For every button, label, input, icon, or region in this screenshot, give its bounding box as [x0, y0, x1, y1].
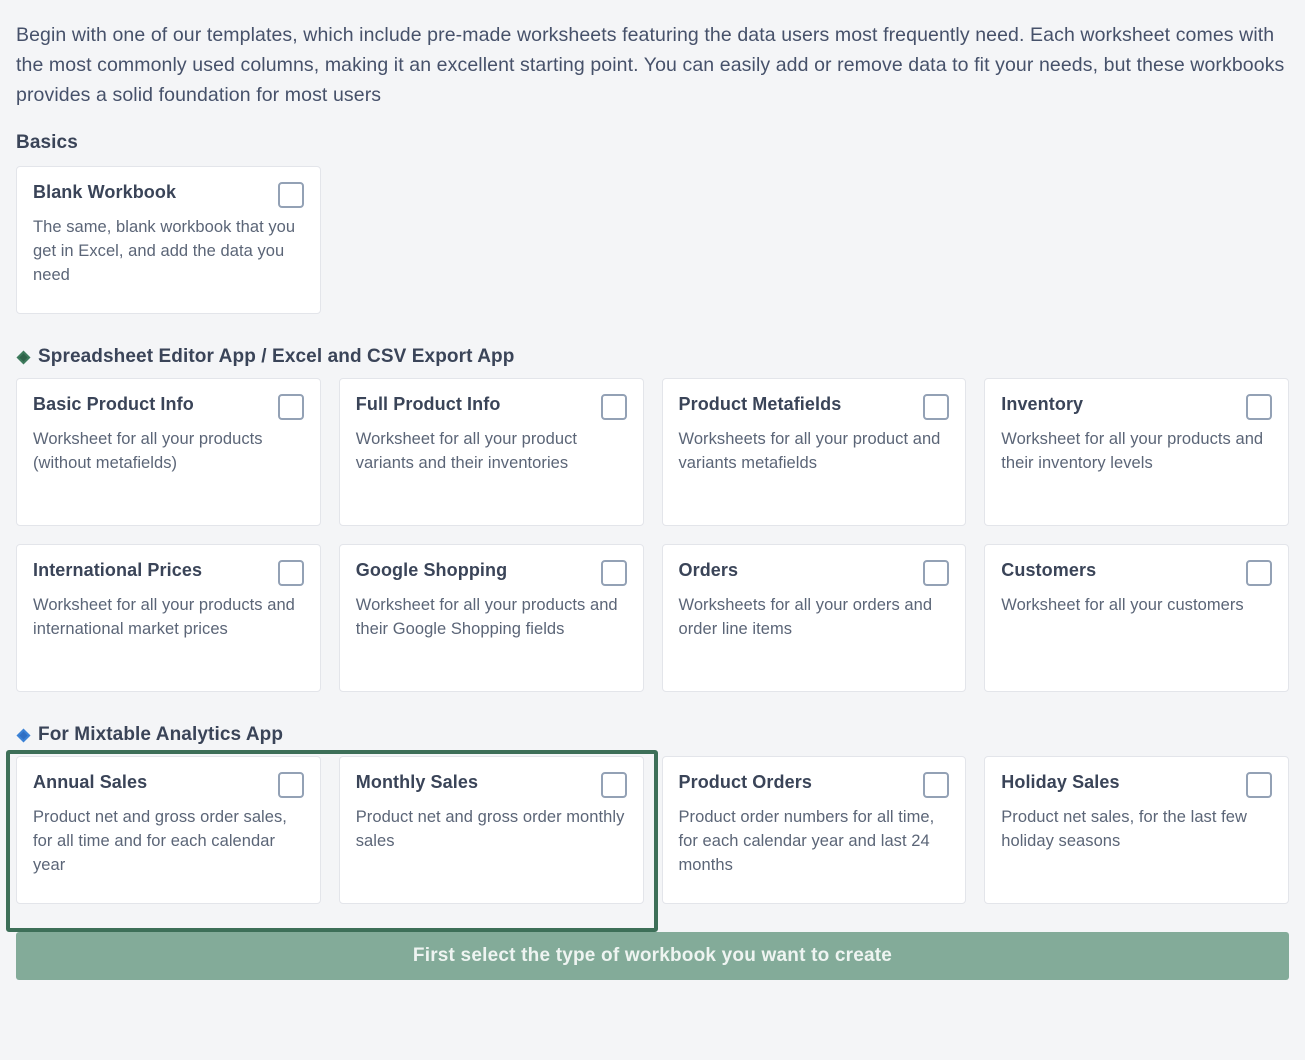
card-header: Blank Workbook [33, 181, 304, 208]
card-title: Full Product Info [355, 394, 501, 414]
card-title: Product Orders [678, 772, 812, 792]
card-title: Product Metafields [678, 394, 842, 414]
card-checkbox[interactable] [1246, 394, 1272, 420]
create-workbook-button[interactable]: First select the type of workbook you wa… [16, 932, 1289, 980]
card-title: Annual Sales [33, 772, 148, 792]
card-title: Basic Product Info [33, 394, 194, 414]
card-checkbox[interactable] [277, 772, 304, 798]
card-header: Full Product Info [356, 393, 627, 420]
card-header: Customers [1001, 559, 1272, 586]
template-card-customers[interactable]: Customers Worksheet for all your custome… [984, 544, 1289, 692]
card-checkbox[interactable] [600, 394, 627, 420]
card-checkbox[interactable] [600, 772, 627, 798]
card-checkbox[interactable] [277, 560, 304, 586]
card-checkbox[interactable] [277, 394, 304, 420]
template-card-annual-sales[interactable]: Annual Sales Product net and gross order… [16, 756, 321, 904]
card-grid-spreadsheet-editor-row2: International Prices Worksheet for all y… [16, 544, 1289, 692]
template-card-product-metafields[interactable]: Product Metafields Worksheets for all yo… [661, 378, 967, 526]
intro-paragraph: Begin with one of our templates, which i… [16, 24, 1285, 106]
card-description: Worksheet for all your products and thei… [1001, 430, 1264, 472]
template-card-monthly-sales[interactable]: Monthly Sales Product net and gross orde… [338, 756, 644, 904]
card-checkbox[interactable] [923, 772, 950, 798]
card-description: Worksheets for all your orders and order… [678, 596, 933, 638]
template-card-basic-product-info[interactable]: Basic Product Info Worksheet for all you… [16, 378, 321, 526]
template-card-international-prices[interactable]: International Prices Worksheet for all y… [16, 544, 321, 692]
card-title: Inventory [1001, 394, 1084, 414]
card-header: Annual Sales [33, 771, 304, 798]
section-heading-spreadsheet-editor: Spreadsheet Editor App / Excel and CSV E… [16, 346, 1289, 368]
template-card-blank-workbook[interactable]: Blank Workbook The same, blank workbook … [16, 166, 321, 314]
card-checkbox[interactable] [600, 560, 627, 586]
card-description: Product net and gross order sales, for a… [33, 808, 287, 874]
template-card-orders[interactable]: Orders Worksheets for all your orders an… [661, 544, 967, 692]
card-description: Worksheet for all your products and thei… [355, 596, 618, 638]
card-title: Monthly Sales [355, 772, 479, 792]
card-description: The same, blank workbook that you get in… [33, 218, 296, 284]
card-header: Google Shopping [356, 559, 627, 586]
card-header: Product Metafields [679, 393, 950, 420]
card-header: International Prices [33, 559, 304, 586]
template-picker-page: Begin with one of our templates, which i… [0, 0, 1305, 1060]
template-card-google-shopping[interactable]: Google Shopping Worksheet for all your p… [338, 544, 644, 692]
template-card-holiday-sales[interactable]: Holiday Sales Product net sales, for the… [984, 756, 1289, 904]
card-header: Monthly Sales [356, 771, 627, 798]
card-title: Blank Workbook [33, 182, 177, 202]
card-header: Orders [679, 559, 950, 586]
section-title-label: Spreadsheet Editor App / Excel and CSV E… [38, 346, 515, 367]
card-description: Product net sales, for the last few holi… [1001, 808, 1247, 850]
card-header: Inventory [1001, 393, 1272, 420]
card-description: Worksheet for all your customers [1001, 596, 1244, 614]
card-description: Product order numbers for all time, for … [678, 808, 935, 874]
section-heading-mixtable-analytics: For Mixtable Analytics App [16, 724, 1289, 746]
card-title: Customers [1001, 560, 1097, 580]
diamond-icon [16, 349, 31, 365]
card-title: Holiday Sales [1001, 772, 1120, 792]
card-header: Product Orders [679, 771, 950, 798]
card-header: Basic Product Info [33, 393, 304, 420]
card-grid-mixtable-analytics: Annual Sales Product net and gross order… [6, 750, 1289, 932]
template-card-inventory[interactable]: Inventory Worksheet for all your product… [984, 378, 1289, 526]
card-description: Worksheet for all your products and inte… [33, 596, 295, 638]
card-checkbox[interactable] [1246, 560, 1272, 586]
card-description: Worksheet for all your products (without… [33, 430, 263, 472]
card-grid-basics: Blank Workbook The same, blank workbook … [16, 166, 1289, 314]
card-title: Google Shopping [355, 560, 508, 580]
card-checkbox[interactable] [923, 560, 950, 586]
card-header: Holiday Sales [1001, 771, 1272, 798]
card-description: Product net and gross order monthly sale… [355, 808, 625, 850]
card-checkbox[interactable] [1246, 772, 1272, 798]
card-description: Worksheets for all your product and vari… [678, 430, 941, 472]
card-description: Worksheet for all your product variants … [355, 430, 578, 472]
card-grid-spreadsheet-editor-row1: Basic Product Info Worksheet for all you… [16, 378, 1289, 526]
section-title-label: For Mixtable Analytics App [38, 724, 284, 745]
card-title: Orders [678, 560, 739, 580]
card-checkbox[interactable] [277, 182, 304, 208]
section-heading-basics: Basics [16, 132, 1289, 154]
diamond-icon [16, 727, 31, 743]
card-title: International Prices [33, 560, 203, 580]
section-title-label: Basics [16, 132, 78, 153]
template-card-product-orders[interactable]: Product Orders Product order numbers for… [661, 756, 967, 904]
card-checkbox[interactable] [923, 394, 950, 420]
template-card-full-product-info[interactable]: Full Product Info Worksheet for all your… [338, 378, 644, 526]
